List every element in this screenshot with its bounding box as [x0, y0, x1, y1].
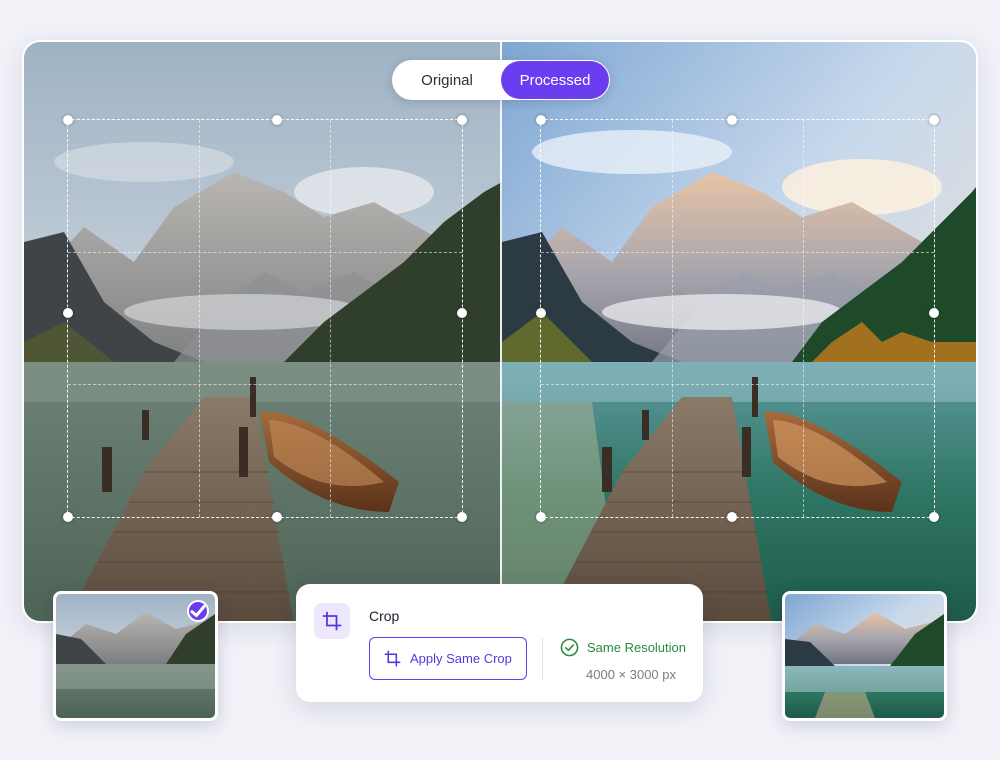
check-circle-icon — [560, 638, 579, 657]
crop-icon — [384, 650, 401, 667]
compare-divider[interactable] — [500, 42, 502, 621]
crop-handle-top-right[interactable] — [457, 115, 467, 125]
crop-handle-bottom-right[interactable] — [457, 512, 467, 522]
same-resolution-label: Same Resolution — [587, 640, 686, 655]
crop-handle-top[interactable] — [726, 115, 737, 125]
crop-box-processed[interactable] — [536, 115, 939, 522]
crop-icon — [314, 603, 350, 639]
crop-handle-bottom[interactable] — [271, 512, 282, 522]
apply-same-crop-button[interactable]: Apply Same Crop — [369, 637, 527, 680]
apply-same-crop-label: Apply Same Crop — [410, 651, 512, 666]
crop-handle-top[interactable] — [271, 115, 282, 125]
toggle-processed[interactable]: Processed — [501, 61, 609, 99]
crop-handle-bottom-left[interactable] — [63, 512, 73, 522]
crop-handle-bottom[interactable] — [726, 512, 737, 522]
resolution-status: Same Resolution — [560, 638, 686, 657]
crop-handle-right[interactable] — [457, 307, 467, 318]
thumbnail-original[interactable] — [53, 591, 218, 721]
crop-handle-left[interactable] — [536, 307, 546, 318]
view-toggle: Original Processed — [392, 60, 610, 100]
crop-panel: Crop Apply Same Crop Same Resolution 400… — [296, 584, 703, 702]
crop-handle-top-left[interactable] — [63, 115, 73, 125]
crop-handle-left[interactable] — [63, 307, 73, 318]
crop-handle-bottom-left[interactable] — [536, 512, 546, 522]
crop-handle-right[interactable] — [929, 307, 939, 318]
crop-handle-top-left[interactable] — [536, 115, 546, 125]
divider — [542, 638, 543, 680]
crop-title: Crop — [369, 608, 400, 624]
thumbnail-processed[interactable] — [782, 591, 947, 721]
toggle-original[interactable]: Original — [393, 61, 501, 99]
crop-handle-bottom-right[interactable] — [929, 512, 939, 522]
crop-handle-top-right[interactable] — [929, 115, 939, 125]
crop-box-original[interactable] — [63, 115, 467, 522]
selected-check-icon — [187, 600, 209, 622]
resolution-dimensions: 4000 × 3000 px — [586, 667, 676, 682]
